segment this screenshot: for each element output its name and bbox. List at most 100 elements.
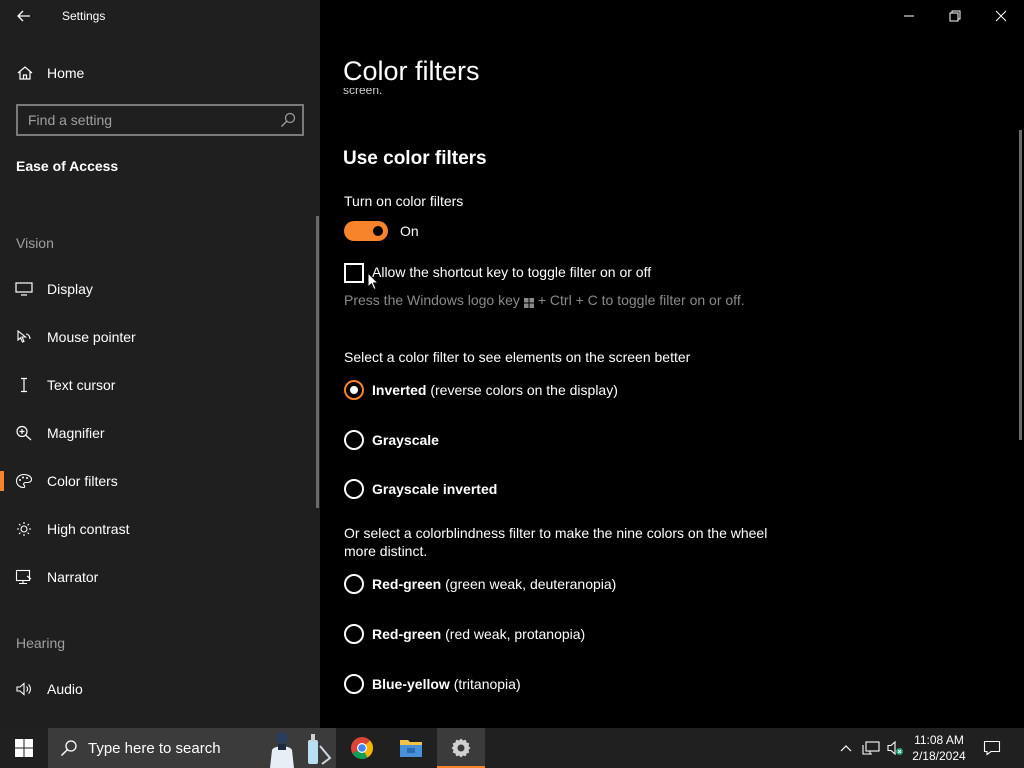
windows-logo-icon [523,295,534,308]
group-heading-hearing: Hearing [16,635,66,651]
radio-label-inverted[interactable]: Inverted (reverse colors on the display) [372,382,618,398]
shortcut-hint: Press the Windows logo key + Ctrl + C to… [344,292,745,308]
shortcut-key-checkbox[interactable] [344,263,364,283]
sidebar-item-label: Audio [47,681,83,697]
radio-label-grayscale[interactable]: Grayscale [372,432,439,448]
sidebar-item-magnifier[interactable]: Magnifier [0,415,316,451]
chrome-icon [351,737,373,759]
windows-start-icon [15,739,33,757]
radio-label-tritanopia[interactable]: Blue-yellow (tritanopia) [372,676,521,692]
network-tray-button[interactable] [860,728,882,768]
clipped-description: screen. [343,88,383,97]
title-bar-left: Settings [0,0,320,32]
start-button[interactable] [0,728,48,768]
close-button[interactable] [978,0,1024,32]
sidebar-item-mouse-pointer[interactable]: Mouse pointer [0,319,316,355]
narrator-icon [14,569,34,585]
sidebar-item-label: High contrast [47,521,130,537]
home-icon [17,66,33,80]
text-cursor-icon [14,377,34,393]
back-arrow-icon [17,10,30,22]
sidebar-item-label: Home [47,65,85,81]
magnifier-icon [14,425,34,441]
sidebar-item-label: Magnifier [47,425,105,441]
chevron-up-icon [840,745,852,752]
shortcut-key-label[interactable]: Allow the shortcut key to toggle filter … [372,264,651,280]
file-explorer-icon [400,740,422,757]
sidebar-item-audio[interactable]: Audio [0,671,316,707]
filter-prompt: Select a color filter to see elements on… [344,349,691,365]
toggle-state-text: On [400,223,419,239]
radio-inverted[interactable] [344,380,364,400]
sidebar-item-narrator[interactable]: Narrator [0,559,316,595]
toggle-label: Turn on color filters [344,193,464,209]
page-title: Color filters [343,56,480,86]
window-controls [886,0,1024,32]
minimize-icon [904,15,914,17]
mouse-pointer-icon [14,329,34,345]
colorblind-prompt-line1: Or select a colorblindness filter to mak… [344,525,768,541]
network-wired-icon [862,741,880,755]
restore-button[interactable] [932,0,978,32]
taskbar-app-chrome[interactable] [338,728,386,768]
main-content: Color filters screen. Use color filters … [320,0,1024,728]
clock-time: 11:08 AM [914,733,964,747]
show-hidden-icons-button[interactable] [836,728,856,768]
speaker-icon [14,681,34,697]
sidebar-item-high-contrast[interactable]: High contrast [0,511,316,547]
monitor-icon [14,281,34,297]
sidebar-item-label: Display [47,281,93,297]
radio-grayscale[interactable] [344,430,364,450]
taskbar-app-file-explorer[interactable] [387,728,435,768]
settings-sidebar: Settings Home Ease of Access Vision Disp… [0,0,320,728]
sidebar-item-text-cursor[interactable]: Text cursor [0,367,316,403]
section-heading: Use color filters [343,148,487,169]
close-icon [995,10,1007,22]
action-center-button[interactable] [978,728,1006,768]
sidebar-item-label: Text cursor [47,377,116,393]
radio-label-deuteranopia[interactable]: Red-green (green weak, deuteranopia) [372,576,616,592]
back-button[interactable] [10,4,38,28]
radio-label-protanopia[interactable]: Red-green (red weak, protanopia) [372,626,585,642]
toggle-knob [373,226,383,236]
find-setting-search[interactable] [16,104,304,136]
colorblind-prompt-line2: more distinct. [344,543,428,559]
sidebar-item-display[interactable]: Display [0,271,316,307]
radio-deuteranopia[interactable] [344,574,364,594]
search-highlight-illustration-icon [264,728,336,768]
sidebar-item-home[interactable]: Home [0,57,320,89]
radio-tritanopia[interactable] [344,674,364,694]
radio-protanopia[interactable] [344,624,364,644]
sidebar-scrollbar[interactable] [316,216,319,508]
radio-dot [350,386,358,394]
taskbar: Type here to search 11:08 AM 2/18/2024 [0,728,1024,768]
taskbar-clock[interactable]: 11:08 AM 2/18/2024 [906,732,972,764]
volume-tray-button[interactable] [884,728,906,768]
radio-grayscale-inverted[interactable] [344,479,364,499]
sidebar-item-label: Color filters [47,473,118,489]
taskbar-search-placeholder: Type here to search [88,740,221,757]
search-input[interactable] [18,106,268,134]
sidebar-item-label: Narrator [47,569,99,585]
section-title: Ease of Access [16,158,119,174]
settings-gear-icon [451,738,471,758]
palette-icon [14,473,34,489]
minimize-button[interactable] [886,0,932,32]
sidebar-item-color-filters[interactable]: Color filters [0,463,316,499]
clock-date: 2/18/2024 [912,749,966,763]
sidebar-item-label: Mouse pointer [47,329,136,345]
main-scrollbar[interactable] [1019,130,1022,440]
search-icon[interactable] [280,112,296,128]
active-indicator [0,471,4,491]
taskbar-app-settings[interactable] [437,728,485,768]
speaker-muted-icon [887,740,903,756]
sun-contrast-icon [14,521,34,537]
radio-label-grayscale-inverted[interactable]: Grayscale inverted [372,481,497,497]
app-title: Settings [62,9,106,23]
notification-icon [983,740,1001,756]
mouse-cursor-icon [367,272,379,291]
taskbar-search-box[interactable]: Type here to search [48,728,336,768]
restore-icon [949,10,961,22]
search-icon [60,740,77,757]
color-filters-toggle[interactable] [344,221,388,241]
